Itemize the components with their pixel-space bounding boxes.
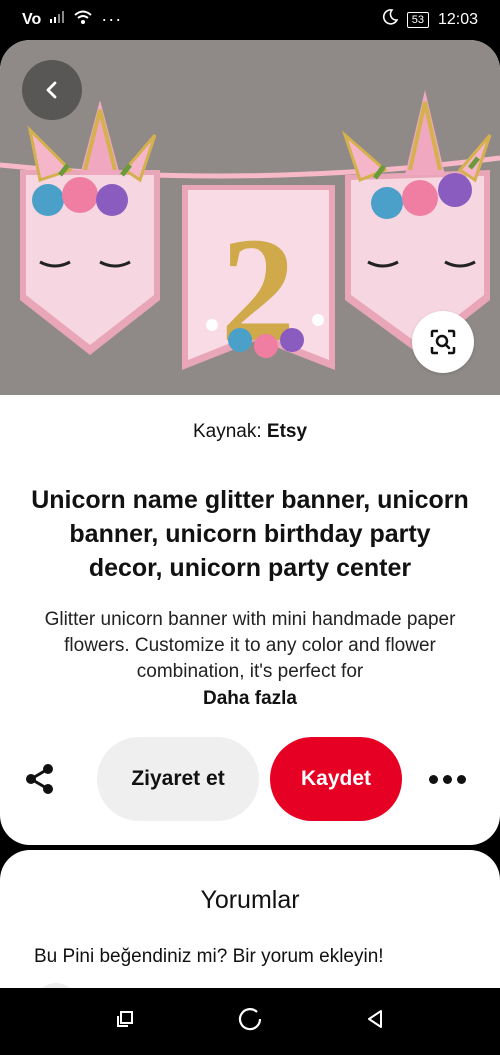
recent-apps-button[interactable] <box>110 1006 140 1036</box>
visual-search-button[interactable] <box>412 311 474 373</box>
pin-image[interactable]: 2 <box>0 40 500 395</box>
circle-icon <box>237 1006 263 1037</box>
home-button[interactable] <box>235 1006 265 1036</box>
visit-button[interactable]: Ziyaret et <box>97 737 259 821</box>
system-nav-bar <box>0 988 500 1055</box>
share-icon[interactable] <box>20 759 60 799</box>
comments-title: Yorumlar <box>200 886 300 914</box>
wifi-icon <box>73 9 93 30</box>
status-bar: Vo ··· 53 12:03 <box>0 0 500 40</box>
back-button[interactable] <box>22 60 82 120</box>
add-comment-prompt[interactable]: Bu Pini beğendiniz mi? Bir yorum ekleyin… <box>34 946 384 968</box>
pin-actions: Ziyaret et Kaydet <box>0 737 500 821</box>
read-more-link[interactable]: Daha fazla <box>0 688 500 710</box>
back-nav-button[interactable] <box>360 1006 390 1036</box>
save-button[interactable]: Kaydet <box>270 737 402 821</box>
pin-card: 2 Kaynak: Etsy Unicorn name glitter bann… <box>0 40 500 845</box>
moon-icon <box>382 9 399 30</box>
chevron-left-icon <box>44 80 60 100</box>
signal-icon <box>49 10 65 29</box>
source-name: Etsy <box>266 421 308 442</box>
pin-title: Unicorn name glitter banner, unicorn ban… <box>31 486 469 582</box>
more-options-icon[interactable] <box>424 765 470 793</box>
comments-section: Yorumlar Bu Pini beğendiniz mi? Bir yoru… <box>0 850 500 1010</box>
triangle-back-icon <box>364 1008 386 1035</box>
pin-source[interactable]: Kaynak: Etsy <box>0 421 500 443</box>
more-status-icon: ··· <box>101 9 123 29</box>
clock: 12:03 <box>437 10 478 28</box>
source-label: Kaynak: <box>192 421 262 442</box>
battery-indicator: 53 <box>406 11 429 28</box>
carrier-label: Vo <box>22 10 42 28</box>
square-icon <box>114 1008 136 1035</box>
pin-description: Glitter unicorn banner with mini handmad… <box>44 609 456 682</box>
lens-search-icon <box>429 328 457 356</box>
